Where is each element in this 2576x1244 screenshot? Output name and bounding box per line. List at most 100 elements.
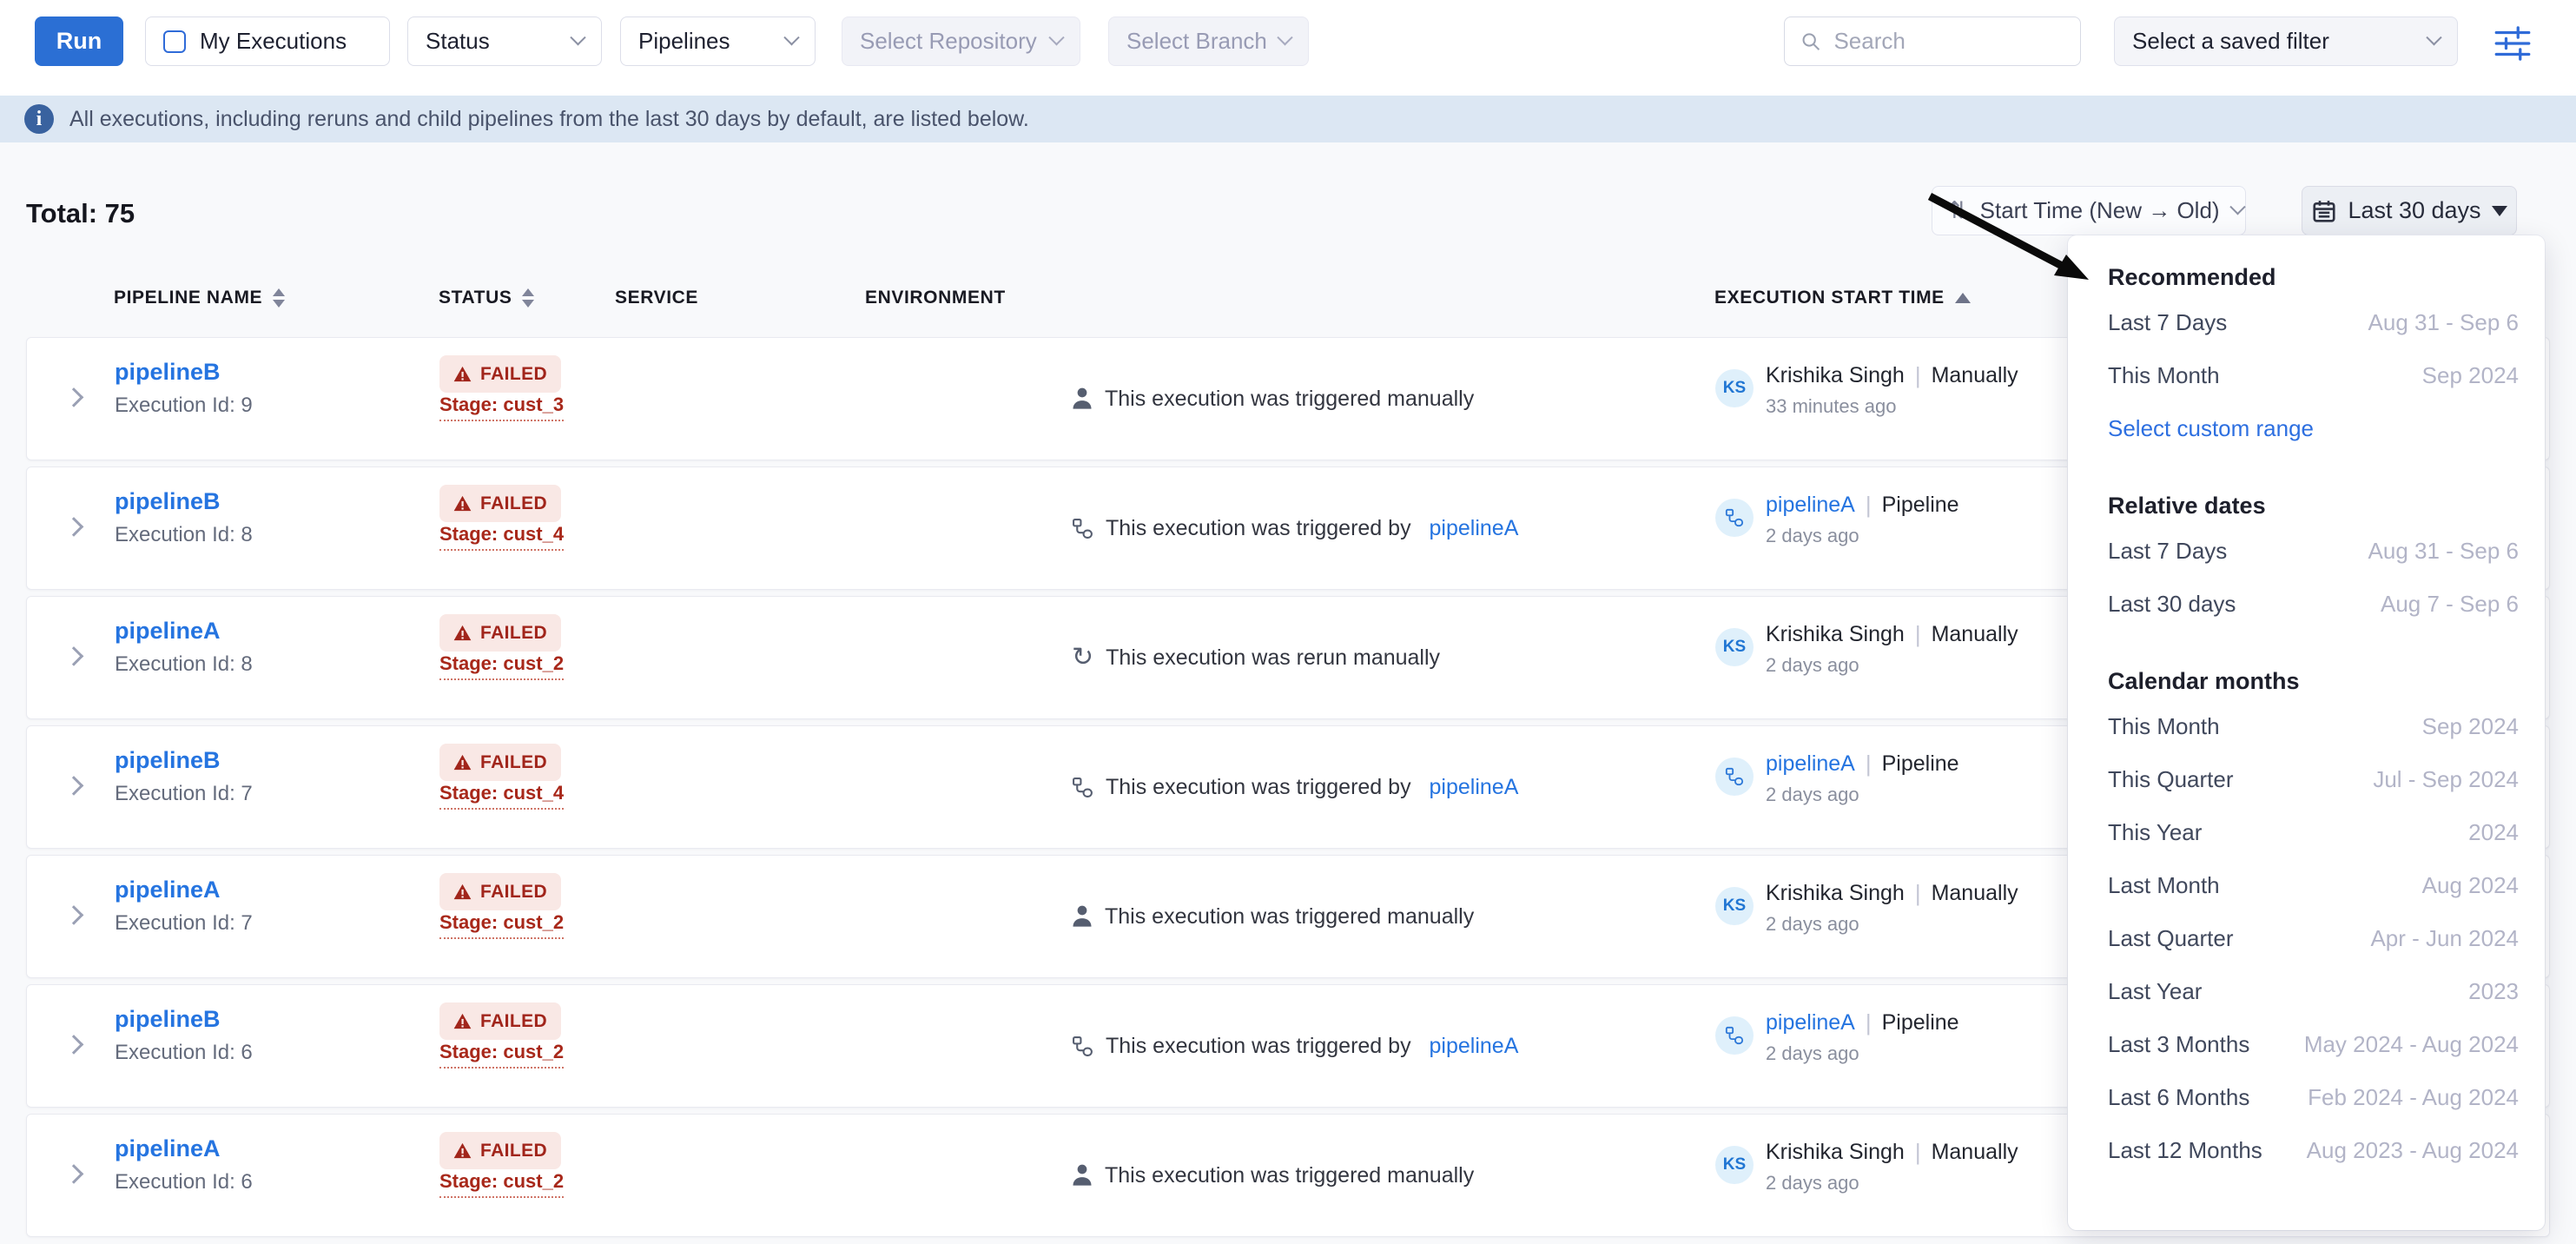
menu-item[interactable]: Last 7 Days Aug 31 - Sep 6 xyxy=(2108,296,2519,349)
saved-filter-label: Select a saved filter xyxy=(2132,28,2329,55)
rerun-icon: ↻ xyxy=(1072,645,1093,671)
starter-pipeline-link[interactable]: pipelineA xyxy=(1766,1010,1855,1036)
trigger-pipeline-link[interactable]: pipelineA xyxy=(1430,775,1519,800)
starter-pipeline-link[interactable]: pipelineA xyxy=(1766,493,1855,518)
pipeline-link[interactable]: pipelineA xyxy=(115,877,221,903)
trigger-method: Pipeline xyxy=(1882,751,1959,777)
failed-stage-link[interactable]: Stage: cust_4 xyxy=(439,523,564,551)
column-header-execution-start-time[interactable]: EXECUTION START TIME xyxy=(1714,288,1971,308)
menu-item[interactable]: Last Quarter Apr - Jun 2024 xyxy=(2108,912,2519,965)
expand-chevron-icon[interactable] xyxy=(64,387,84,407)
status-badge: FAILED xyxy=(439,1132,561,1169)
search-input[interactable] xyxy=(1833,28,2064,55)
menu-item-label: Last Month xyxy=(2108,872,2220,899)
trigger-info: ↻ This execution was rerun manually xyxy=(1072,597,1440,718)
pipelines-filter-dropdown[interactable]: Pipelines xyxy=(620,17,816,66)
status-badge: FAILED xyxy=(439,355,561,393)
started-by: pipelineA | Pipeline xyxy=(1766,1009,1959,1036)
menu-item-value: Feb 2024 - Aug 2024 xyxy=(2308,1084,2519,1111)
execution-time: 2 days ago xyxy=(1766,525,1859,547)
menu-item[interactable]: Last 12 Months Aug 2023 - Aug 2024 xyxy=(2108,1124,2519,1177)
expand-chevron-icon[interactable] xyxy=(64,517,84,537)
execution-id: Execution Id: 6 xyxy=(115,1041,253,1065)
starter-name: Krishika Singh xyxy=(1766,363,1905,388)
separator: | xyxy=(1866,751,1872,778)
sort-dropdown[interactable]: ⇅ Start Time (New → Old) xyxy=(1932,186,2246,235)
my-executions-checkbox[interactable] xyxy=(163,30,186,53)
failed-stage-link[interactable]: Stage: cust_2 xyxy=(439,911,564,939)
execution-time: 2 days ago xyxy=(1766,1172,1859,1194)
repository-filter-dropdown[interactable]: Select Repository xyxy=(842,17,1080,66)
failed-stage-link[interactable]: Stage: cust_3 xyxy=(439,394,564,421)
failed-stage-link[interactable]: Stage: cust_2 xyxy=(439,1170,564,1198)
trigger-text: This execution was triggered by xyxy=(1106,775,1417,800)
expand-chevron-icon[interactable] xyxy=(64,905,84,925)
repository-filter-label: Select Repository xyxy=(860,28,1037,55)
failed-stage-link[interactable]: Stage: cust_2 xyxy=(439,652,564,680)
trigger-pipeline-link[interactable]: pipelineA xyxy=(1430,516,1519,541)
menu-item-value: Aug 31 - Sep 6 xyxy=(2368,538,2519,565)
menu-item[interactable]: Last 6 Months Feb 2024 - Aug 2024 xyxy=(2108,1071,2519,1124)
filter-sliders-icon[interactable] xyxy=(2493,26,2532,61)
separator: | xyxy=(1866,492,1872,519)
execution-time: 33 minutes ago xyxy=(1766,395,1896,418)
calendar-icon xyxy=(2311,198,2337,224)
menu-item[interactable]: Last 3 Months May 2024 - Aug 2024 xyxy=(2108,1018,2519,1071)
separator: | xyxy=(1915,1139,1921,1166)
expand-chevron-icon[interactable] xyxy=(64,1164,84,1184)
search-box[interactable] xyxy=(1784,17,2081,66)
status-filter-dropdown[interactable]: Status xyxy=(407,17,602,66)
menu-item-value: Sep 2024 xyxy=(2422,362,2519,389)
warning-icon xyxy=(453,1013,472,1029)
avatar: KS xyxy=(1715,369,1754,407)
column-header-label: SERVICE xyxy=(615,288,698,308)
separator: | xyxy=(1915,880,1921,907)
menu-item-value: 2024 xyxy=(2468,819,2519,846)
expand-chevron-icon[interactable] xyxy=(64,1035,84,1055)
info-banner: i All executions, including reruns and c… xyxy=(0,96,2576,142)
pipeline-link[interactable]: pipelineA xyxy=(115,1135,221,1162)
pipeline-link[interactable]: pipelineB xyxy=(115,1006,221,1033)
status-badge: FAILED xyxy=(439,485,561,522)
menu-item-value: Aug 2023 - Aug 2024 xyxy=(2307,1137,2519,1164)
status-label: FAILED xyxy=(480,752,547,773)
column-header-pipeline-name[interactable]: PIPELINE NAME xyxy=(114,288,285,308)
warning-icon xyxy=(453,625,472,641)
menu-item[interactable]: This Quarter Jul - Sep 2024 xyxy=(2108,753,2519,806)
menu-item-value: Aug 2024 xyxy=(2422,872,2519,899)
avatar: KS xyxy=(1715,628,1754,666)
column-header-status[interactable]: STATUS xyxy=(439,288,534,308)
expand-chevron-icon[interactable] xyxy=(64,776,84,796)
run-button[interactable]: Run xyxy=(35,17,123,66)
trigger-method: Pipeline xyxy=(1882,493,1959,518)
menu-item[interactable]: Last Year 2023 xyxy=(2108,965,2519,1018)
menu-item[interactable]: This Month Sep 2024 xyxy=(2108,700,2519,753)
pipeline-link[interactable]: pipelineA xyxy=(115,618,221,645)
pipeline-link[interactable]: pipelineB xyxy=(115,747,221,774)
saved-filter-dropdown[interactable]: Select a saved filter xyxy=(2114,17,2458,66)
trigger-pipeline-link[interactable]: pipelineA xyxy=(1430,1034,1519,1059)
menu-section-relative-dates: Relative dates Last 7 Days Aug 31 - Sep … xyxy=(2108,486,2519,631)
branch-filter-dropdown[interactable]: Select Branch xyxy=(1108,17,1309,66)
failed-stage-link[interactable]: Stage: cust_2 xyxy=(439,1041,564,1069)
warning-icon xyxy=(453,495,472,512)
pipeline-link[interactable]: pipelineB xyxy=(115,359,221,386)
expand-chevron-icon[interactable] xyxy=(64,646,84,666)
menu-item-label: Last 12 Months xyxy=(2108,1137,2262,1164)
my-executions-toggle[interactable]: My Executions xyxy=(145,17,390,66)
date-range-button[interactable]: Last 30 days xyxy=(2302,186,2517,235)
menu-item[interactable]: This Month Sep 2024 xyxy=(2108,349,2519,402)
failed-stage-link[interactable]: Stage: cust_4 xyxy=(439,782,564,810)
menu-item[interactable]: Last Month Aug 2024 xyxy=(2108,859,2519,912)
pipeline-link[interactable]: pipelineB xyxy=(115,488,221,515)
menu-item[interactable]: Last 30 days Aug 7 - Sep 6 xyxy=(2108,578,2519,631)
menu-item-label: Last Year xyxy=(2108,978,2202,1005)
menu-item[interactable]: This Year 2024 xyxy=(2108,806,2519,859)
trigger-text: This execution was triggered by xyxy=(1106,516,1417,541)
menu-item[interactable]: Last 7 Days Aug 31 - Sep 6 xyxy=(2108,525,2519,578)
menu-item-label: Last 30 days xyxy=(2108,591,2236,618)
column-header-label: STATUS xyxy=(439,288,512,308)
select-custom-range-link[interactable]: Select custom range xyxy=(2108,402,2519,455)
starter-pipeline-link[interactable]: pipelineA xyxy=(1766,751,1855,777)
execution-id: Execution Id: 7 xyxy=(115,911,253,936)
